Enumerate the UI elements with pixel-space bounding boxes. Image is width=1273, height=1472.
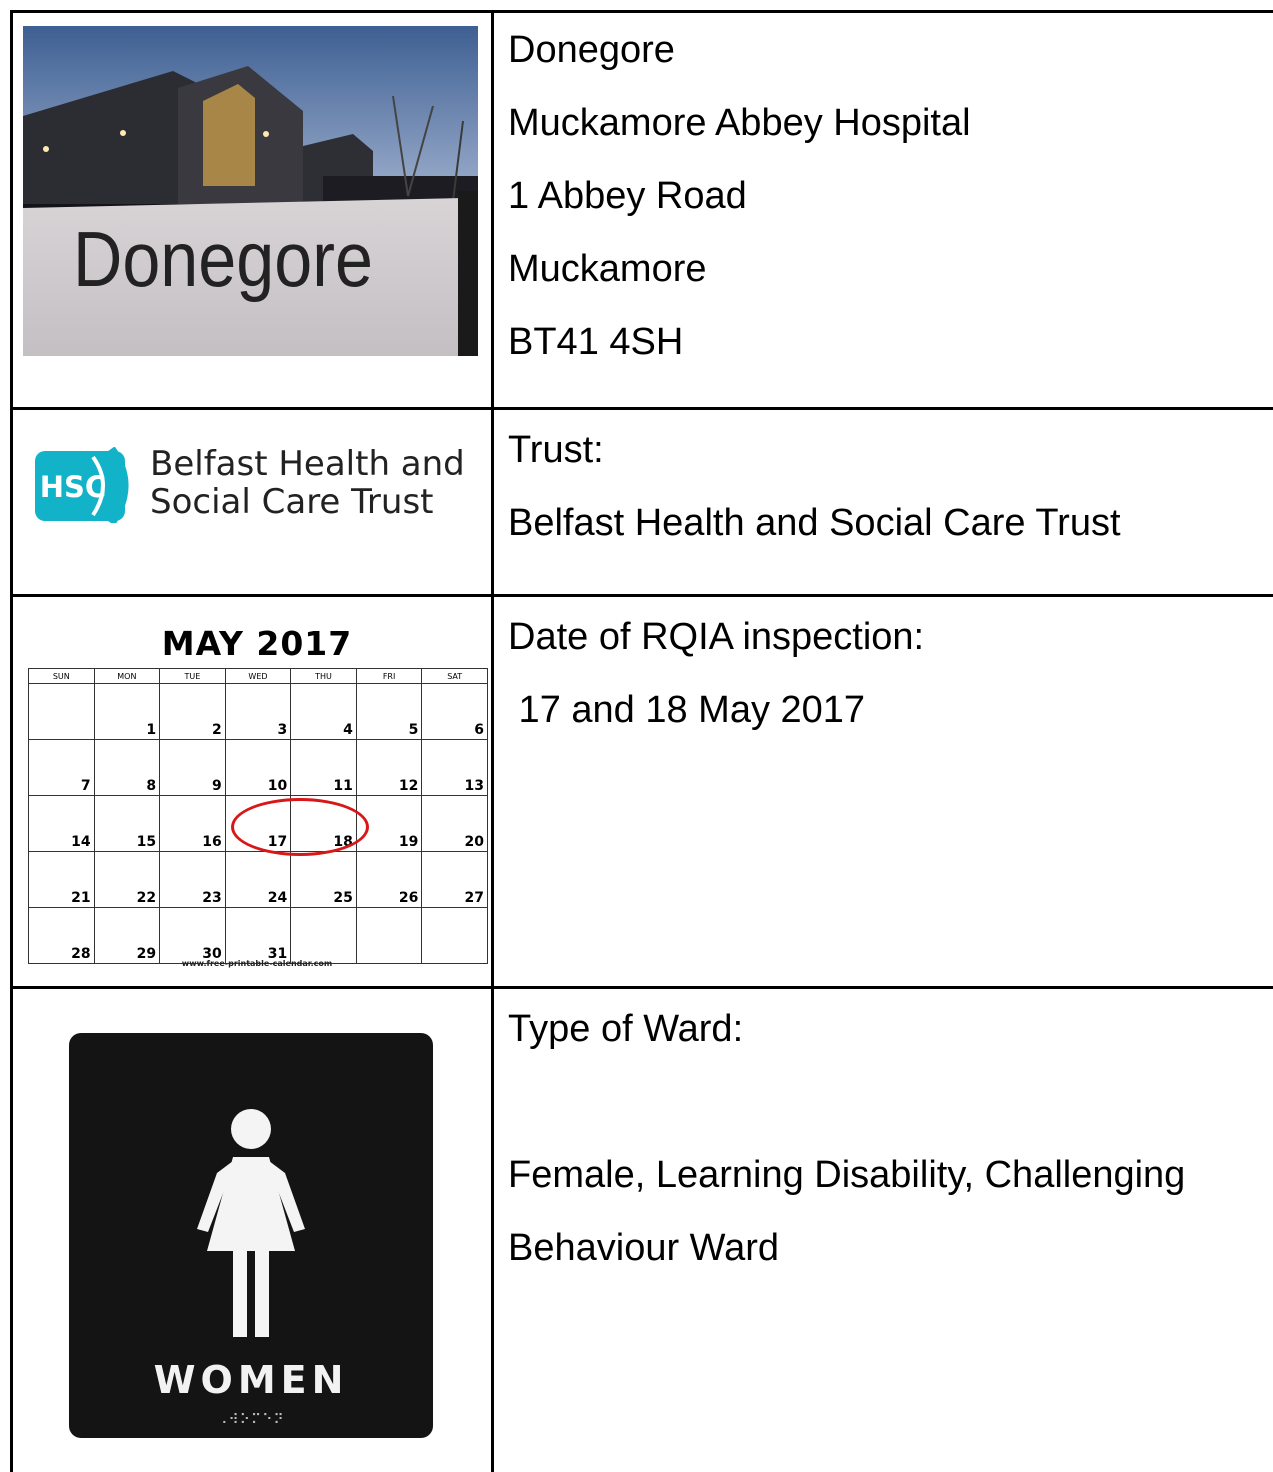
hsc-logo: HSC Belfast Health and Social Care Trust bbox=[33, 445, 473, 530]
logo-line-1: Belfast Health and bbox=[150, 444, 465, 484]
calendar-day: 15 bbox=[93, 795, 161, 852]
table-border-left bbox=[10, 10, 13, 1472]
calendar-day: 20 bbox=[421, 795, 488, 852]
weekday-header: SUN bbox=[28, 668, 95, 684]
calendar-day: 11 bbox=[290, 739, 357, 796]
calendar-may-2017: MAY 2017 SUN MON TUE WED THU FRI SAT 1 2 bbox=[24, 618, 490, 972]
postcode: BT41 4SH bbox=[508, 321, 684, 363]
logo-badge-text: HSC bbox=[40, 470, 106, 504]
calendar-day: 9 bbox=[159, 739, 226, 796]
calendar-day: 2 bbox=[159, 683, 226, 740]
donegore-photo: Donegore bbox=[23, 26, 478, 356]
weekday-header: TUE bbox=[159, 668, 226, 684]
calendar-day: 30 bbox=[159, 907, 226, 964]
calendar-day: 3 bbox=[224, 683, 292, 740]
logo-line-2: Social Care Trust bbox=[150, 482, 434, 522]
calendar-day: 24 bbox=[224, 851, 292, 908]
ward-type-line-1: Female, Learning Disability, Challenging bbox=[508, 1154, 1186, 1196]
trust-name: Belfast Health and Social Care Trust bbox=[508, 502, 1121, 544]
address-block: Donegore Muckamore Abbey Hospital 1 Abbe… bbox=[508, 14, 971, 379]
calendar-footer: www.free-printable-calendar.com bbox=[181, 959, 333, 968]
calendar-day: 7 bbox=[28, 739, 95, 796]
row-divider bbox=[10, 407, 1273, 410]
town: Muckamore bbox=[508, 248, 707, 290]
inspection-date-block: Date of RQIA inspection: 17 and 18 May 2… bbox=[508, 601, 924, 747]
trust-label: Trust: bbox=[508, 429, 604, 471]
ward-type-block: Type of Ward: Female, Learning Disabilit… bbox=[508, 993, 1185, 1285]
calendar-day: 13 bbox=[421, 739, 488, 796]
row-divider bbox=[10, 986, 1273, 989]
calendar-title: MAY 2017 bbox=[161, 624, 353, 663]
calendar-day: 29 bbox=[93, 907, 161, 964]
calendar-day: 22 bbox=[93, 851, 161, 908]
weekday-header: WED bbox=[224, 668, 292, 684]
calendar-day: 21 bbox=[28, 851, 95, 908]
weekday-header: FRI bbox=[355, 668, 423, 684]
calendar-day: 12 bbox=[355, 739, 423, 796]
circled-dates-marker bbox=[231, 798, 369, 856]
ward-type-line-2: Behaviour Ward bbox=[508, 1227, 780, 1269]
sign-text: Donegore bbox=[73, 215, 373, 303]
calendar-day bbox=[355, 907, 423, 964]
calendar-day bbox=[290, 907, 357, 964]
row-divider bbox=[10, 594, 1273, 597]
sign-word: WOMEN bbox=[153, 1358, 349, 1402]
calendar-day: 26 bbox=[355, 851, 423, 908]
calendar-day: 10 bbox=[224, 739, 292, 796]
braille-text: ⠠⠺⠕⠍⠑⠝ bbox=[217, 1411, 285, 1427]
column-divider bbox=[491, 10, 494, 1472]
calendar-day: 16 bbox=[159, 795, 226, 852]
table-border-top bbox=[10, 10, 1273, 13]
calendar-day bbox=[28, 683, 95, 740]
street-address: 1 Abbey Road bbox=[508, 175, 747, 217]
hospital-name: Muckamore Abbey Hospital bbox=[508, 102, 971, 144]
calendar-day: 31 bbox=[224, 907, 292, 964]
calendar-day bbox=[421, 907, 488, 964]
calendar-day: 14 bbox=[28, 795, 95, 852]
calendar-day: 28 bbox=[28, 907, 95, 964]
calendar-day: 4 bbox=[290, 683, 357, 740]
calendar-day: 27 bbox=[421, 851, 488, 908]
calendar-day: 23 bbox=[159, 851, 226, 908]
ward-name: Donegore bbox=[508, 29, 675, 71]
calendar-day: 6 bbox=[421, 683, 488, 740]
calendar-day: 25 bbox=[290, 851, 357, 908]
women-sign: WOMEN ⠠⠺⠕⠍⠑⠝ bbox=[69, 1033, 433, 1438]
inspection-date-label: Date of RQIA inspection: bbox=[508, 616, 925, 658]
female-figure-icon bbox=[197, 1109, 305, 1337]
document-table: Donegore Donegore Muckamore Abbey Hospit… bbox=[0, 0, 1273, 1472]
inspection-date-value: 17 and 18 May 2017 bbox=[508, 689, 866, 731]
hsc-badge-icon: HSC bbox=[35, 447, 129, 523]
calendar-day: 1 bbox=[93, 683, 161, 740]
calendar-day: 8 bbox=[93, 739, 161, 796]
weekday-header: MON bbox=[93, 668, 161, 684]
ward-type-label: Type of Ward: bbox=[508, 1008, 744, 1050]
weekday-header: THU bbox=[290, 668, 357, 684]
weekday-header: SAT bbox=[421, 668, 488, 684]
trust-block: Trust: Belfast Health and Social Care Tr… bbox=[508, 414, 1121, 560]
calendar-day: 5 bbox=[355, 683, 423, 740]
